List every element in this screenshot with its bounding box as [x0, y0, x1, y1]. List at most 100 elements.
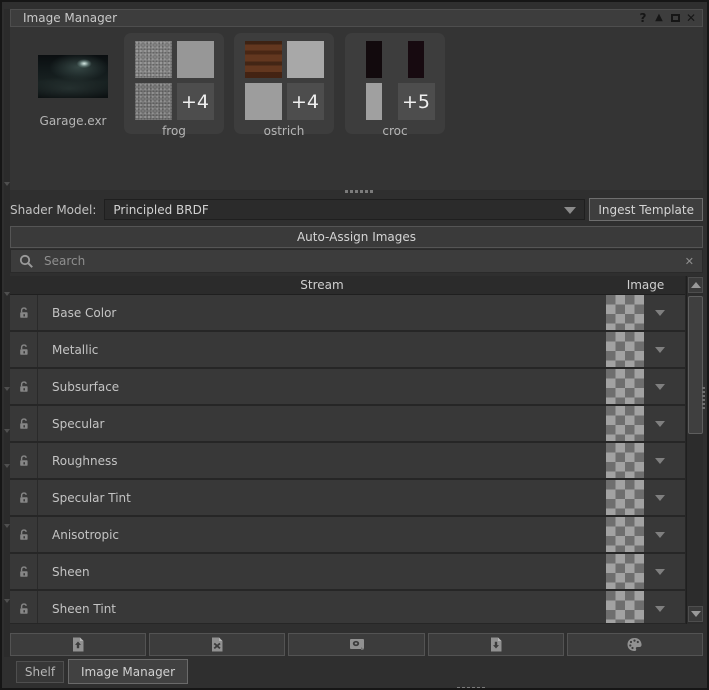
image-cell: [606, 406, 685, 441]
lock-cell[interactable]: [10, 517, 38, 552]
stream-row[interactable]: Base Color: [10, 295, 685, 330]
stream-name: Metallic: [38, 332, 606, 367]
document-x-icon: [209, 636, 225, 653]
dropdown-arrow-icon[interactable]: [655, 384, 665, 390]
restore-window-icon[interactable]: [668, 11, 682, 25]
scroll-down-button[interactable]: [688, 606, 703, 622]
thumbnail-image: [245, 41, 282, 78]
shader-model-dropdown[interactable]: Principled BRDF: [104, 199, 585, 220]
thumbnail-image: [135, 41, 172, 78]
dropdown-arrow-icon[interactable]: [655, 532, 665, 538]
lock-cell[interactable]: [10, 591, 38, 623]
image-swatch[interactable]: [606, 591, 644, 623]
texture-thumbnail[interactable]: [135, 41, 172, 78]
lock-cell[interactable]: [10, 480, 38, 515]
image-cell: [606, 480, 685, 515]
image-swatch[interactable]: [606, 554, 644, 589]
dropdown-arrow-icon[interactable]: [655, 569, 665, 575]
auto-assign-images-button[interactable]: Auto-Assign Images: [10, 226, 703, 248]
stream-row[interactable]: Metallic: [10, 332, 685, 367]
help-icon[interactable]: ?: [636, 11, 650, 25]
image-cell: [606, 369, 685, 404]
more-images-badge[interactable]: +4: [287, 83, 324, 120]
scroll-up-button[interactable]: [688, 277, 703, 293]
texture-thumbnail[interactable]: [245, 41, 282, 78]
lock-cell[interactable]: [10, 443, 38, 478]
close-image-button[interactable]: [149, 633, 285, 656]
stream-row[interactable]: Sheen Tint: [10, 591, 685, 623]
titlebar[interactable]: Image Manager ? ▲ ✕: [10, 9, 703, 27]
texture-thumbnail[interactable]: [135, 83, 172, 120]
dropdown-arrow-icon[interactable]: [655, 606, 665, 612]
texture-thumbnail[interactable]: [356, 41, 393, 78]
texture-thumbnail[interactable]: [356, 83, 393, 120]
stream-row[interactable]: Specular: [10, 406, 685, 441]
garage-thumbnail[interactable]: [38, 55, 108, 98]
ingest-template-button[interactable]: Ingest Template: [589, 198, 703, 221]
image-swatch[interactable]: [606, 517, 644, 552]
image-swatch[interactable]: [606, 332, 644, 367]
vertical-scrollbar[interactable]: [686, 276, 703, 624]
stream-name: Subsurface: [38, 369, 606, 404]
lock-cell[interactable]: [10, 369, 38, 404]
scrollbar-thumb[interactable]: [688, 296, 703, 434]
lock-cell[interactable]: [10, 332, 38, 367]
add-to-shelf-button[interactable]: [567, 633, 703, 656]
texture-thumbnail[interactable]: [287, 41, 324, 78]
right-edge-splitter[interactable]: [702, 387, 705, 409]
window-title: Image Manager: [23, 11, 636, 25]
lock-cell[interactable]: [10, 554, 38, 589]
image-cell: [606, 332, 685, 367]
unlock-icon: [17, 343, 31, 357]
export-image-button[interactable]: [428, 633, 564, 656]
stream-row[interactable]: Subsurface: [10, 369, 685, 404]
stream-row[interactable]: Anisotropic: [10, 517, 685, 552]
triangle-up-icon: [691, 282, 701, 288]
image-cell: [606, 591, 685, 623]
stream-row[interactable]: Roughness: [10, 443, 685, 478]
texture-thumbnail[interactable]: [398, 41, 435, 78]
dropdown-arrow-icon[interactable]: [655, 495, 665, 501]
titlebar-buttons: ? ▲ ✕: [636, 11, 698, 25]
image-group-frog[interactable]: +4 frog: [124, 33, 224, 134]
unlock-icon: [17, 491, 31, 505]
image-swatch[interactable]: [606, 406, 644, 441]
tab-image-manager[interactable]: Image Manager: [68, 659, 188, 684]
image-label: Garage.exr: [22, 114, 124, 128]
pin-icon[interactable]: ▲: [652, 11, 666, 25]
open-image-button[interactable]: [10, 633, 146, 656]
unlock-icon: [17, 565, 31, 579]
search-bar: ✕: [10, 249, 703, 273]
palette-icon: [626, 637, 643, 652]
thumb-grid: +5: [356, 41, 435, 120]
shader-model-label: Shader Model:: [10, 203, 104, 217]
more-images-badge[interactable]: +4: [177, 83, 214, 120]
image-swatch[interactable]: [606, 295, 644, 330]
texture-thumbnail[interactable]: [245, 83, 282, 120]
dropdown-arrow-icon[interactable]: [655, 347, 665, 353]
search-input[interactable]: [42, 253, 685, 269]
thumbnail-image: [135, 83, 172, 120]
image-item-garage[interactable]: Garage.exr: [22, 55, 124, 128]
more-images-badge[interactable]: +5: [398, 83, 435, 120]
dropdown-arrow-icon[interactable]: [655, 458, 665, 464]
document-up-arrow-icon: [70, 636, 86, 653]
lock-cell[interactable]: [10, 406, 38, 441]
image-swatch[interactable]: [606, 480, 644, 515]
image-swatch[interactable]: [606, 369, 644, 404]
texture-thumbnail[interactable]: [177, 41, 214, 78]
image-group-croc[interactable]: +5 croc: [345, 33, 445, 134]
stream-row[interactable]: Specular Tint: [10, 480, 685, 515]
image-swatch[interactable]: [606, 443, 644, 478]
image-group-ostrich[interactable]: +4 ostrich: [234, 33, 334, 134]
view-image-button[interactable]: [288, 633, 424, 656]
dropdown-arrow-icon[interactable]: [655, 310, 665, 316]
stream-name: Specular Tint: [38, 480, 606, 515]
dropdown-arrow-icon[interactable]: [655, 421, 665, 427]
close-icon[interactable]: ✕: [684, 11, 698, 25]
lock-cell[interactable]: [10, 295, 38, 330]
panel-splitter-handle[interactable]: [345, 190, 373, 193]
tab-shelf[interactable]: Shelf: [16, 661, 64, 683]
clear-search-icon[interactable]: ✕: [685, 255, 694, 268]
stream-row[interactable]: Sheen: [10, 554, 685, 589]
